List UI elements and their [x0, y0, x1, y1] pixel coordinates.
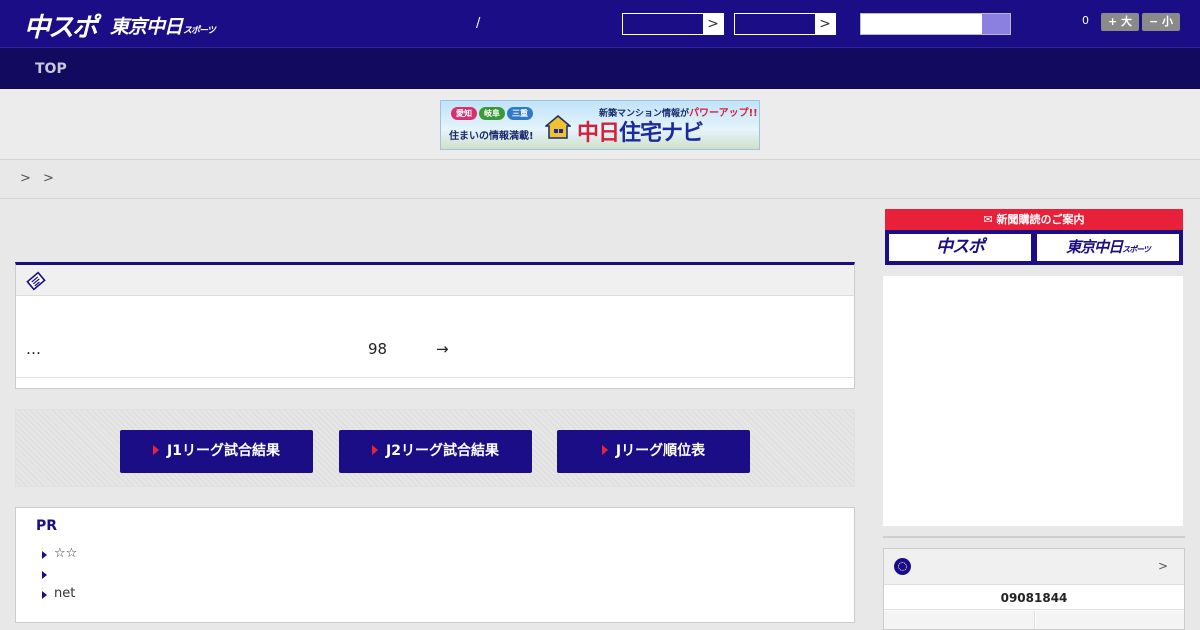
schedule-cell: [884, 611, 1035, 629]
subscription-box: ✉ 新聞購読のご案内 中スポ 東京中日スポーツ: [885, 209, 1183, 265]
subscribe-tokyo-suffix: スポーツ: [1122, 244, 1151, 254]
newspaper-icon: ✉: [983, 213, 997, 226]
chevron-right-icon[interactable]: >: [815, 14, 835, 34]
housing-navi-banner[interactable]: 愛知 岐阜 三重 住まいの情報満載! 新築マンション情報がパワーアップ!! 中日…: [440, 100, 760, 150]
header-select-1[interactable]: >: [622, 13, 724, 35]
header-select-2-value: [735, 14, 815, 34]
subscription-header: ✉ 新聞購読のご案内: [885, 209, 1183, 230]
chevron-right-icon[interactable]: >: [703, 14, 723, 34]
schedule-header: >: [884, 549, 1184, 585]
font-bigger-button[interactable]: + 大: [1101, 13, 1139, 31]
chuspo-logo[interactable]: 中スポ: [24, 7, 98, 44]
subscribe-chuspo-button[interactable]: 中スポ: [889, 234, 1031, 261]
banner-tag-aichi: 愛知: [451, 107, 477, 120]
header-select-2[interactable]: >: [734, 13, 836, 35]
article-excerpt-ellipsis: …: [26, 340, 41, 358]
pr-box: PR ☆☆ net: [15, 507, 855, 623]
search-input[interactable]: [861, 14, 983, 34]
article-footer-divider: [16, 377, 854, 378]
banner-title-chunichi: 中日: [577, 121, 620, 146]
banner-tag-mie: 三重: [507, 107, 533, 120]
j2-results-button[interactable]: J2リーグ試合結果: [339, 430, 532, 473]
tokyo-logo-suffix: スポーツ: [183, 26, 216, 36]
baseball-icon: [894, 558, 911, 575]
article-count: 98: [368, 340, 388, 358]
jleague-standings-button[interactable]: Jリーグ順位表: [557, 430, 750, 473]
header-separator: /: [476, 16, 481, 31]
nav-item-top[interactable]: TOP: [35, 61, 67, 77]
banner-subtitle: 住まいの情報満載!: [449, 131, 534, 142]
sidebar-ad-slot[interactable]: [883, 276, 1183, 526]
league-links-panel: J1リーグ試合結果 J2リーグ試合結果 Jリーグ順位表: [15, 409, 855, 487]
banner-title-navi: 住宅ナビ: [619, 121, 704, 146]
ad-band: 愛知 岐阜 三重 住まいの情報満載! 新築マンション情報がパワーアップ!! 中日…: [0, 89, 1200, 160]
subscribe-tokyo-button[interactable]: 東京中日スポーツ: [1037, 234, 1179, 261]
article-header: [16, 265, 854, 296]
pr-title: PR: [36, 518, 58, 534]
subscription-header-text: 新聞購読のご案内: [996, 213, 1085, 226]
pr-link[interactable]: net: [42, 586, 75, 601]
pr-link[interactable]: ☆☆: [42, 546, 77, 561]
house-icon: [545, 115, 571, 139]
ticket-icon: [26, 271, 46, 291]
banner-tag-gifu: 岐阜: [479, 107, 505, 120]
schedule-date: 09081844: [884, 586, 1184, 610]
j1-results-button[interactable]: J1リーグ試合結果: [120, 430, 313, 473]
article-box: … 98 →: [15, 262, 855, 389]
site-header: 中スポ 東京中日スポーツ / > > 0 + 大 − 小: [0, 0, 1200, 48]
sidebar-divider: [883, 536, 1185, 538]
breadcrumb: > >: [20, 171, 58, 186]
site-search: [860, 13, 1011, 35]
schedule-cell: [1036, 611, 1184, 629]
article-more-link[interactable]: →: [436, 340, 449, 358]
header-select-1-value: [623, 14, 703, 34]
tokyo-chunichi-logo[interactable]: 東京中日スポーツ: [110, 12, 216, 39]
pr-link[interactable]: [42, 566, 54, 582]
breadcrumb-divider: [0, 198, 1200, 199]
search-button[interactable]: [982, 14, 1010, 34]
banner-title: 中日住宅ナビ: [577, 115, 704, 147]
schedule-more-link[interactable]: >: [1158, 559, 1168, 573]
global-nav: TOP: [0, 48, 1200, 89]
font-smaller-button[interactable]: − 小: [1142, 13, 1180, 31]
schedule-box: > 09081844: [883, 548, 1185, 630]
tokyo-logo-text: 東京中日: [110, 16, 183, 38]
font-size-level: 0: [1082, 14, 1089, 27]
subscribe-tokyo-text: 東京中日: [1066, 238, 1123, 256]
